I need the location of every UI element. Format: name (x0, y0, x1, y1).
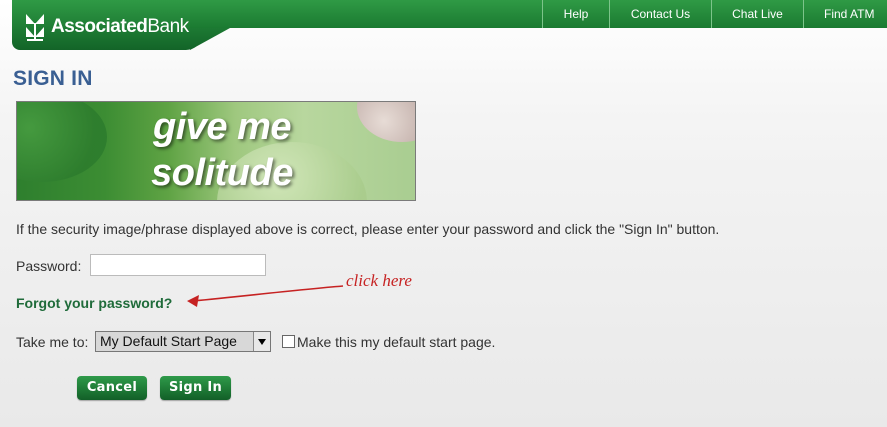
security-phrase: give me solitude (147, 104, 297, 196)
dropdown-arrow-icon[interactable] (253, 332, 270, 351)
nav-find-atm[interactable]: Find ATM (803, 0, 887, 28)
cancel-button[interactable]: Cancel (77, 376, 147, 400)
security-phrase-line-2: solitude (151, 152, 293, 194)
annotation-text: click here (346, 271, 412, 290)
password-input[interactable] (90, 254, 266, 276)
site-header: AssociatedBank Help Contact Us Chat Live… (0, 0, 887, 52)
start-page-selected: My Default Start Page (96, 332, 254, 351)
annotation-arrow-icon (187, 285, 344, 307)
nav-contact-us[interactable]: Contact Us (609, 0, 711, 28)
default-start-page-label: Make this my default start page. (297, 334, 496, 350)
instructions-text: If the security image/phrase displayed a… (16, 221, 720, 237)
brand-name: AssociatedBank (51, 16, 189, 37)
page-title: SIGN IN (13, 67, 93, 90)
image-decoration (357, 102, 415, 142)
start-page-select[interactable]: My Default Start Page (95, 331, 271, 352)
nav-chat-live[interactable]: Chat Live (711, 0, 803, 28)
default-start-page-checkbox[interactable] (282, 335, 295, 348)
password-label: Password: (16, 258, 82, 274)
nav-help[interactable]: Help (542, 0, 609, 28)
logo-mark-icon (26, 14, 44, 41)
forgot-password-link[interactable]: Forgot your password? (16, 295, 172, 311)
start-page-label: Take me to: (16, 334, 89, 350)
header-curve (190, 28, 230, 50)
top-nav: Help Contact Us Chat Live Find ATM (542, 0, 887, 28)
image-decoration (17, 102, 107, 182)
security-image: give me solitude (16, 101, 416, 201)
sign-in-button[interactable]: Sign In (160, 376, 231, 400)
security-phrase-line-1: give me (152, 106, 292, 148)
associated-bank-logo[interactable]: AssociatedBank (22, 12, 189, 42)
